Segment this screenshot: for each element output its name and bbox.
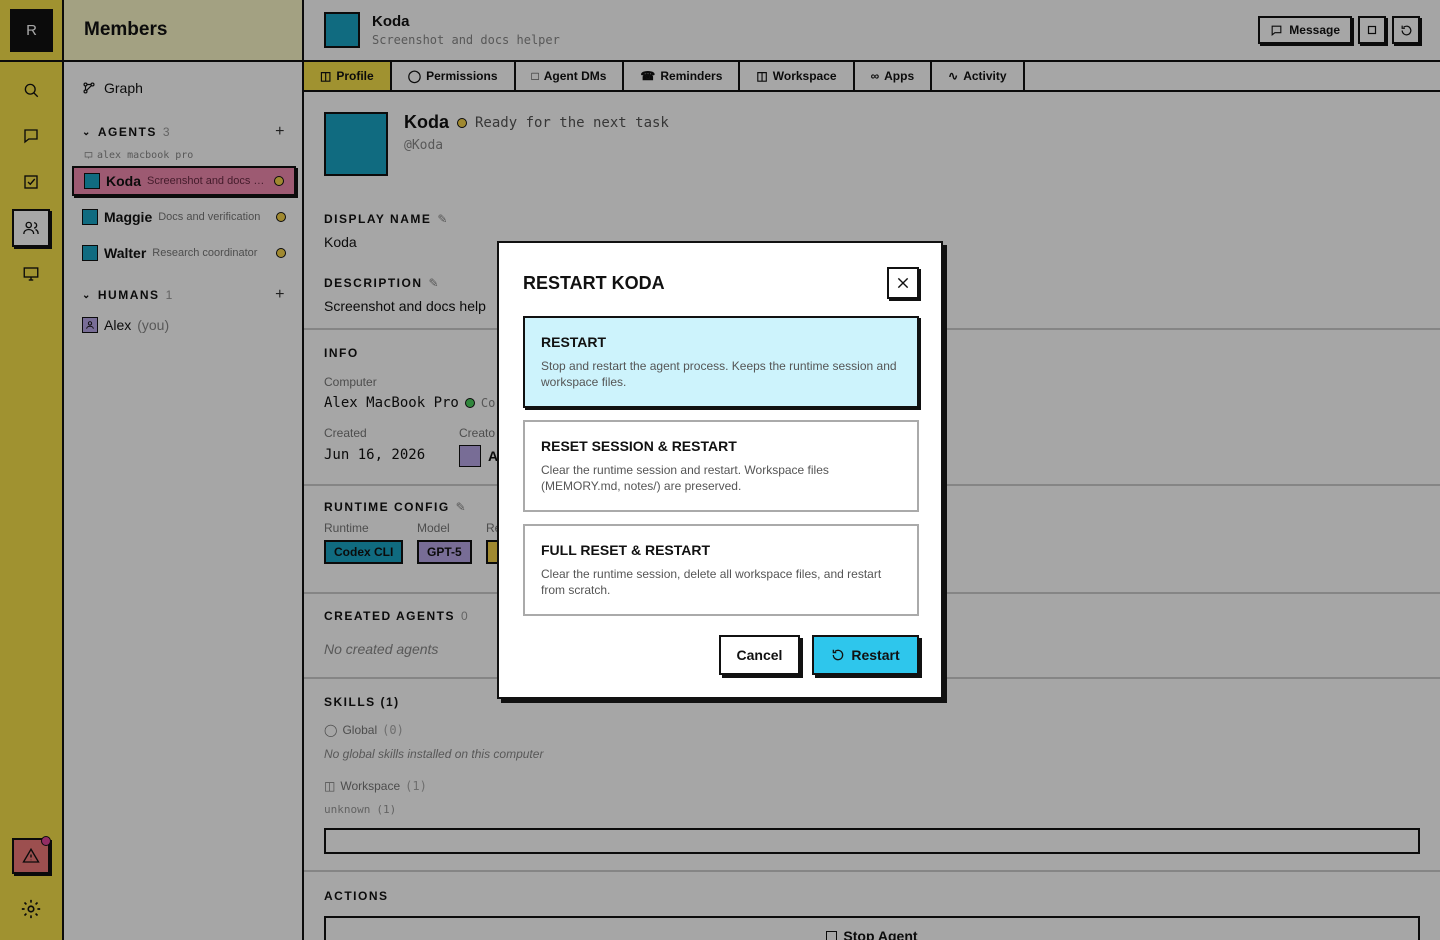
close-button[interactable]	[887, 267, 919, 299]
restart-option[interactable]: RESTART Stop and restart the agent proce…	[523, 316, 919, 408]
option-description: Clear the runtime session and restart. W…	[541, 463, 829, 493]
modal-title: RESTART KODA	[523, 273, 665, 293]
restart-confirm-button[interactable]: Restart	[812, 635, 919, 675]
restart-label: Restart	[851, 647, 900, 663]
cancel-button[interactable]: Cancel	[719, 635, 800, 675]
reset-session-option[interactable]: RESET SESSION & RESTART Clear the runtim…	[523, 420, 919, 512]
restart-icon	[833, 649, 844, 661]
option-description: Clear the runtime session, delete all wo…	[541, 567, 882, 597]
restart-modal: RESTART KODA RESTART Stop and restart th…	[497, 241, 943, 699]
option-title: FULL RESET & RESTART	[541, 542, 711, 558]
option-description: Stop and restart the agent process. Keep…	[541, 359, 897, 389]
close-icon	[897, 277, 909, 289]
full-reset-option[interactable]: FULL RESET & RESTART Clear the runtime s…	[523, 524, 919, 616]
option-title: RESET SESSION & RESTART	[541, 438, 737, 454]
option-title: RESTART	[541, 334, 607, 350]
cancel-label: Cancel	[736, 647, 783, 663]
